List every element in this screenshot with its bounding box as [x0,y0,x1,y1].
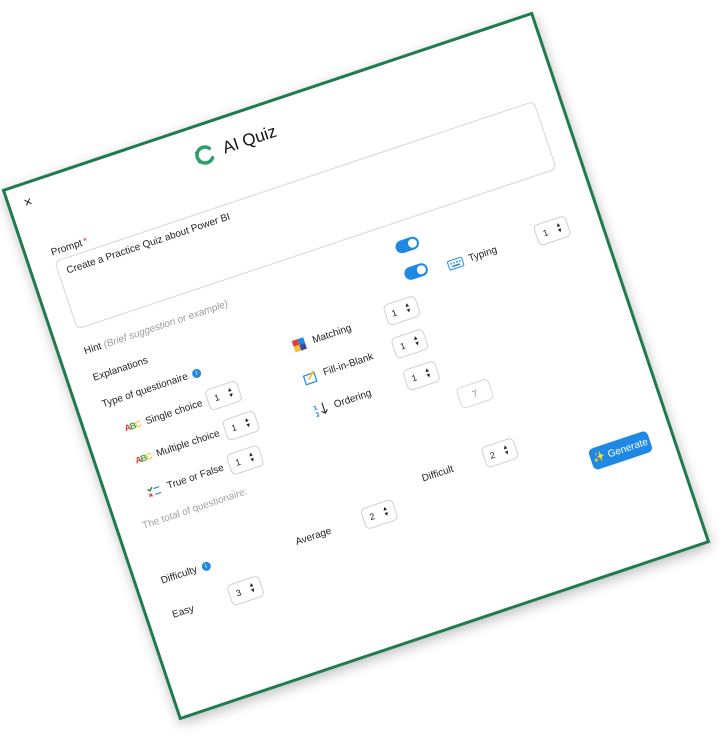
info-icon[interactable]: i [190,367,203,379]
type-typing: Typing 1 ▲ ▼ [444,214,573,276]
difficulty-average: Average 2 ▲ ▼ [292,498,399,552]
abc-icon: ABC [133,450,153,466]
average-stepper[interactable]: 2 ▲ ▼ [359,498,399,531]
total-value: 7 [455,377,495,410]
abc-icon: ABC [123,418,142,434]
ordering-stepper[interactable]: 1 ▲ ▼ [401,359,441,392]
generate-button[interactable]: ✨ Generate [587,430,654,471]
dialog-title: AI Quiz [220,121,279,158]
hint-toggle[interactable] [393,235,421,255]
fill-in-blank-stepper[interactable]: 1 ▲ ▼ [390,327,430,360]
difficulty-difficult: Difficult 2 ▲ ▼ [419,437,520,489]
explanations-toggle[interactable] [402,261,430,282]
page: × AI Quiz Prompt* Create a Practice Quiz… [0,0,727,744]
prompt-input[interactable]: Create a Practice Quiz about Power BI [54,100,557,330]
dialog-header: AI Quiz [191,121,279,169]
edit-box-icon [300,368,320,386]
puzzle-icon [290,336,310,354]
sparkle-icon: ✨ [591,450,607,465]
keyboard-icon [446,254,466,272]
true-or-false-stepper[interactable]: 1 ▲ ▼ [225,444,265,476]
sort-numbers-icon: 12 [311,400,331,418]
easy-stepper[interactable]: 3 ▲ ▼ [226,574,266,607]
checklist-icon [144,481,164,499]
multiple-choice-stepper[interactable]: 1 ▲ ▼ [221,409,261,442]
typing-stepper[interactable]: 1 ▲ ▼ [533,214,573,247]
difficulty-label: Difficulty i [160,560,212,587]
explanations-label: Explanations [91,355,150,384]
matching-stepper[interactable]: 1 ▲ ▼ [381,294,422,327]
close-icon: × [21,192,35,211]
ai-quiz-dialog: × AI Quiz Prompt* Create a Practice Quiz… [1,11,711,721]
close-button[interactable]: × [21,192,35,211]
info-icon[interactable]: i [200,560,212,573]
ai-quiz-logo-icon [191,141,219,169]
difficult-stepper[interactable]: 2 ▲ ▼ [479,437,520,469]
svg-text:2: 2 [315,411,321,418]
difficulty-easy: Easy 3 ▲ ▼ [169,574,266,626]
single-choice-stepper[interactable]: 1 ▲ ▼ [204,379,244,412]
